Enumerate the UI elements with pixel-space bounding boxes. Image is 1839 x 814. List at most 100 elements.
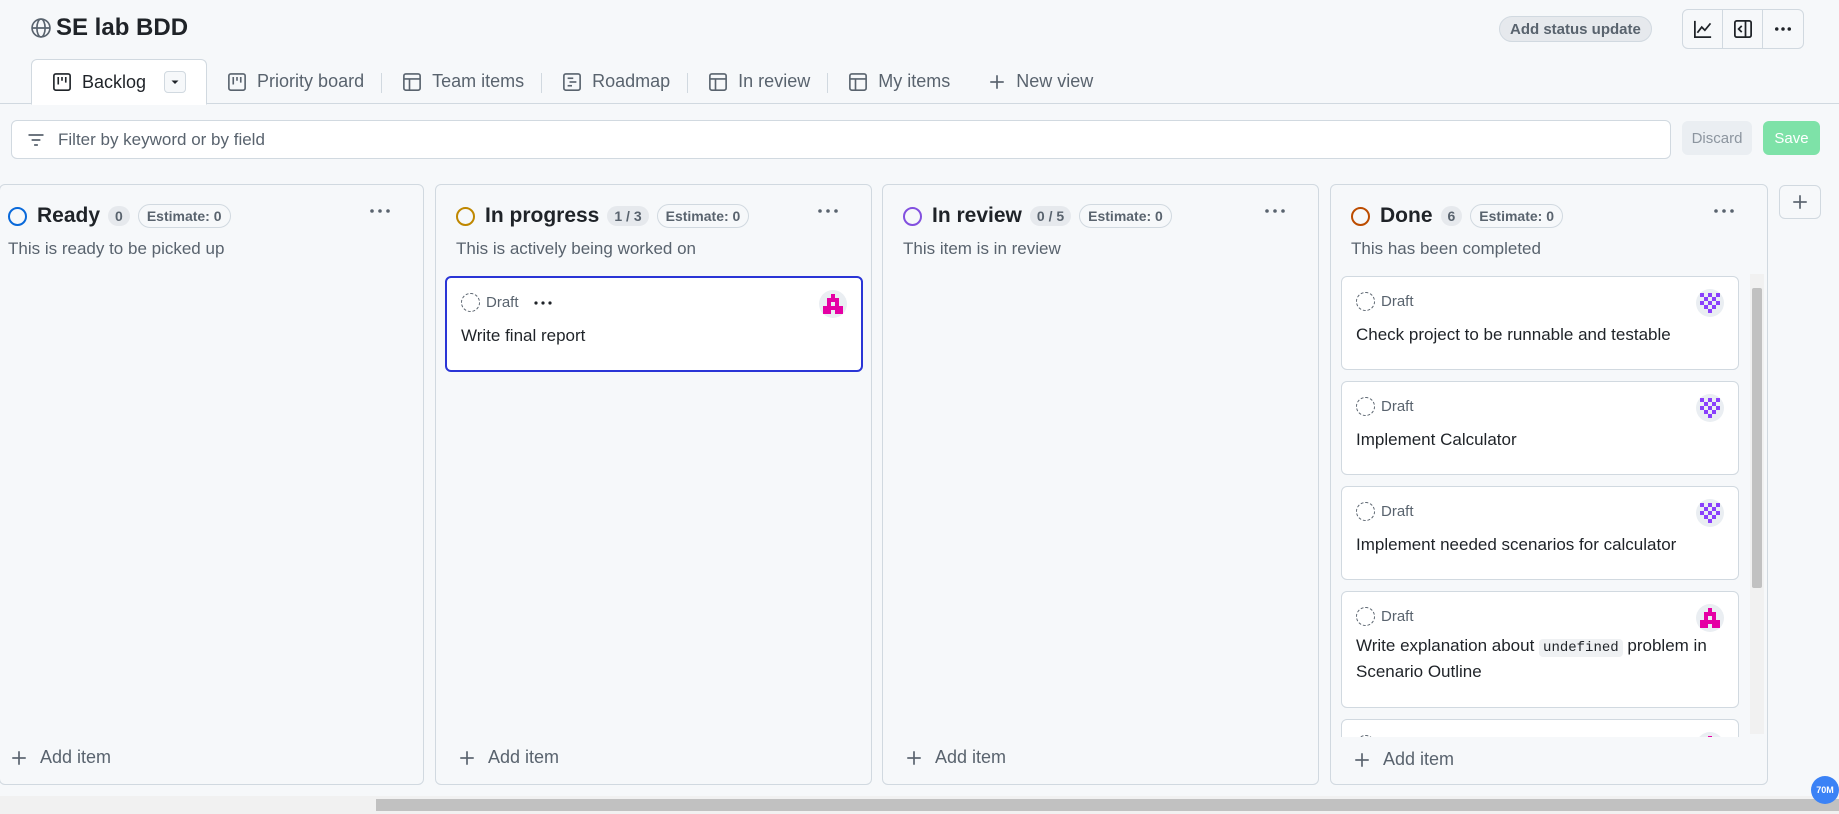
assignee-avatar[interactable]	[1696, 604, 1724, 632]
column-header: Done 6 Estimate: 0	[1331, 201, 1767, 231]
assignee-avatar[interactable]	[1696, 289, 1724, 317]
column-done: Done 6 Estimate: 0 This has been complet…	[1330, 184, 1768, 785]
draft-icon	[461, 293, 480, 312]
filter-icon	[28, 133, 44, 146]
plus-icon	[990, 74, 1004, 89]
assignee-avatar[interactable]	[1696, 499, 1724, 527]
status-circle-icon	[456, 206, 475, 226]
item-count-badge: 0 / 5	[1029, 206, 1072, 226]
item-card[interactable]: Draft Write explanation about undefined …	[1341, 591, 1739, 708]
kebab-horizontal-icon	[1265, 209, 1285, 213]
card-status: Draft	[1356, 292, 1414, 311]
item-card[interactable]: Draft Check project to be runnable and t…	[1341, 276, 1739, 370]
column-menu-button[interactable]	[1260, 199, 1290, 223]
item-count-badge: 1 / 3	[607, 206, 649, 226]
assignee-avatar[interactable]	[1696, 732, 1724, 737]
more-options-button[interactable]	[1763, 10, 1803, 48]
item-card[interactable]: Draft Implement Calculator	[1341, 381, 1739, 475]
estimate-badge: Estimate: 0	[137, 204, 231, 228]
card-title[interactable]: Implement needed scenarios for calculato…	[1356, 533, 1722, 557]
add-item-button[interactable]: Add item	[1353, 749, 1454, 770]
plus-icon	[460, 750, 474, 765]
draft-icon	[1356, 397, 1375, 416]
kebab-horizontal-icon	[1775, 27, 1791, 31]
tab-roadmap[interactable]: Roadmap	[542, 59, 689, 104]
plus-icon	[12, 750, 26, 765]
add-item-label: Add item	[935, 747, 1007, 767]
insights-button[interactable]	[1683, 10, 1723, 48]
draft-icon	[1356, 607, 1375, 626]
status-circle-icon	[8, 206, 27, 226]
table-icon	[709, 72, 728, 91]
discard-button[interactable]: Discard	[1682, 121, 1752, 155]
scrollbar-thumb[interactable]	[376, 799, 1839, 811]
inline-code: undefined	[1539, 639, 1623, 657]
status-circle-icon	[903, 206, 922, 226]
graph-icon	[1693, 20, 1711, 38]
tab-in-review[interactable]: In review	[688, 59, 829, 104]
assignee-avatar[interactable]	[1696, 394, 1724, 422]
tab-new-view[interactable]: New view	[968, 59, 1111, 104]
card-title[interactable]: Implement Calculator	[1356, 428, 1722, 452]
card-status: Draft	[1356, 502, 1414, 521]
tab-label: New view	[1016, 71, 1094, 91]
column-menu-button[interactable]	[1709, 199, 1739, 223]
card-status: Draft	[461, 293, 553, 312]
tab-my-items[interactable]: My items	[828, 59, 968, 104]
add-item-button[interactable]: Add item	[905, 747, 1006, 768]
card-status: Draft	[1356, 607, 1414, 626]
scrollbar-thumb[interactable]	[1752, 288, 1762, 588]
item-count-badge: 0	[108, 206, 130, 226]
card-title[interactable]: Write final report	[461, 324, 845, 348]
column-header: Ready 0 Estimate: 0	[0, 201, 423, 231]
estimate-badge: Estimate: 0	[656, 204, 750, 228]
item-card[interactable]: Draft Write final report	[445, 276, 863, 372]
card-status	[1356, 735, 1375, 737]
sidebar-expand-icon	[1733, 20, 1752, 38]
assignee-avatar[interactable]	[819, 290, 847, 318]
draft-icon	[1356, 502, 1375, 521]
project-header: SE lab BDD Add status update Backlog Pri…	[0, 0, 1839, 105]
column-header: In progress 1 / 3 Estimate: 0	[436, 201, 871, 231]
side-panel-button[interactable]	[1723, 10, 1763, 48]
column-ready: Ready 0 Estimate: 0 This is ready to be …	[0, 184, 424, 785]
tab-label: Team items	[432, 71, 525, 91]
add-item-button[interactable]: Add item	[10, 747, 111, 768]
filter-input[interactable]	[58, 129, 1558, 150]
horizontal-scrollbar[interactable]	[0, 796, 1839, 814]
add-item-button[interactable]: Add item	[458, 747, 559, 768]
add-status-update-button[interactable]: Add status update	[1499, 16, 1652, 42]
save-button[interactable]: Save	[1763, 121, 1820, 155]
column-title: Done	[1380, 204, 1433, 227]
card-title[interactable]: Check project to be runnable and testabl…	[1356, 323, 1722, 347]
kebab-horizontal-icon	[533, 300, 552, 305]
add-column-button[interactable]	[1779, 185, 1821, 219]
view-options-dropdown[interactable]	[164, 71, 187, 93]
card-menu-button[interactable]	[533, 300, 553, 306]
add-item-label: Add item	[488, 747, 560, 767]
avatar-identicon	[1700, 608, 1720, 628]
plus-icon	[907, 750, 921, 765]
tab-label: My items	[878, 71, 951, 91]
tab-label: Backlog	[82, 71, 147, 92]
tab-team-items[interactable]: Team items	[382, 59, 543, 104]
header-actions	[1682, 9, 1804, 49]
tab-label: In review	[738, 71, 811, 91]
project-title-wrap: SE lab BDD	[30, 14, 188, 42]
column-scrollbar[interactable]	[1750, 274, 1764, 734]
column-in-review: In review 0 / 5 Estimate: 0 This item is…	[882, 184, 1319, 785]
tab-priority-board[interactable]: Priority board	[207, 59, 383, 104]
column-menu-button[interactable]	[813, 199, 843, 223]
roadmap-icon	[563, 72, 582, 91]
item-card[interactable]: Draft Implement needed scenarios for cal…	[1341, 486, 1739, 580]
tab-backlog[interactable]: Backlog	[31, 59, 208, 105]
plus-icon	[1793, 195, 1807, 209]
avatar-identicon	[1700, 398, 1720, 418]
card-title[interactable]: Write explanation about undefined proble…	[1356, 634, 1722, 684]
item-card[interactable]	[1341, 719, 1739, 737]
column-menu-button[interactable]	[365, 199, 395, 223]
column-description: This item is in review	[903, 239, 1061, 258]
tab-label: Roadmap	[592, 71, 671, 91]
memory-badge: 70M	[1811, 776, 1839, 804]
filter-bar[interactable]	[11, 120, 1671, 159]
